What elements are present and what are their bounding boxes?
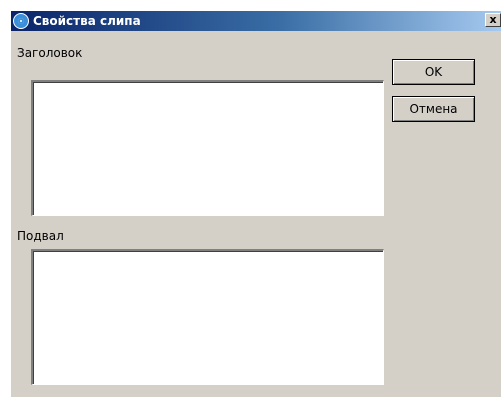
header-textarea[interactable] <box>31 80 384 216</box>
header-label: Заголовок <box>17 46 83 60</box>
app-gear-icon <box>13 13 29 29</box>
footer-textarea[interactable] <box>31 249 384 385</box>
title-bar[interactable]: Свойства слипа x <box>11 11 501 31</box>
window-title: Свойства слипа <box>33 14 141 28</box>
footer-label: Подвал <box>17 229 64 243</box>
cancel-button[interactable]: Отмена <box>392 96 475 122</box>
slip-properties-dialog: Свойства слипа x Заголовок Подвал OK Отм… <box>10 10 501 397</box>
close-button[interactable]: x <box>485 13 501 27</box>
ok-button[interactable]: OK <box>392 59 475 85</box>
